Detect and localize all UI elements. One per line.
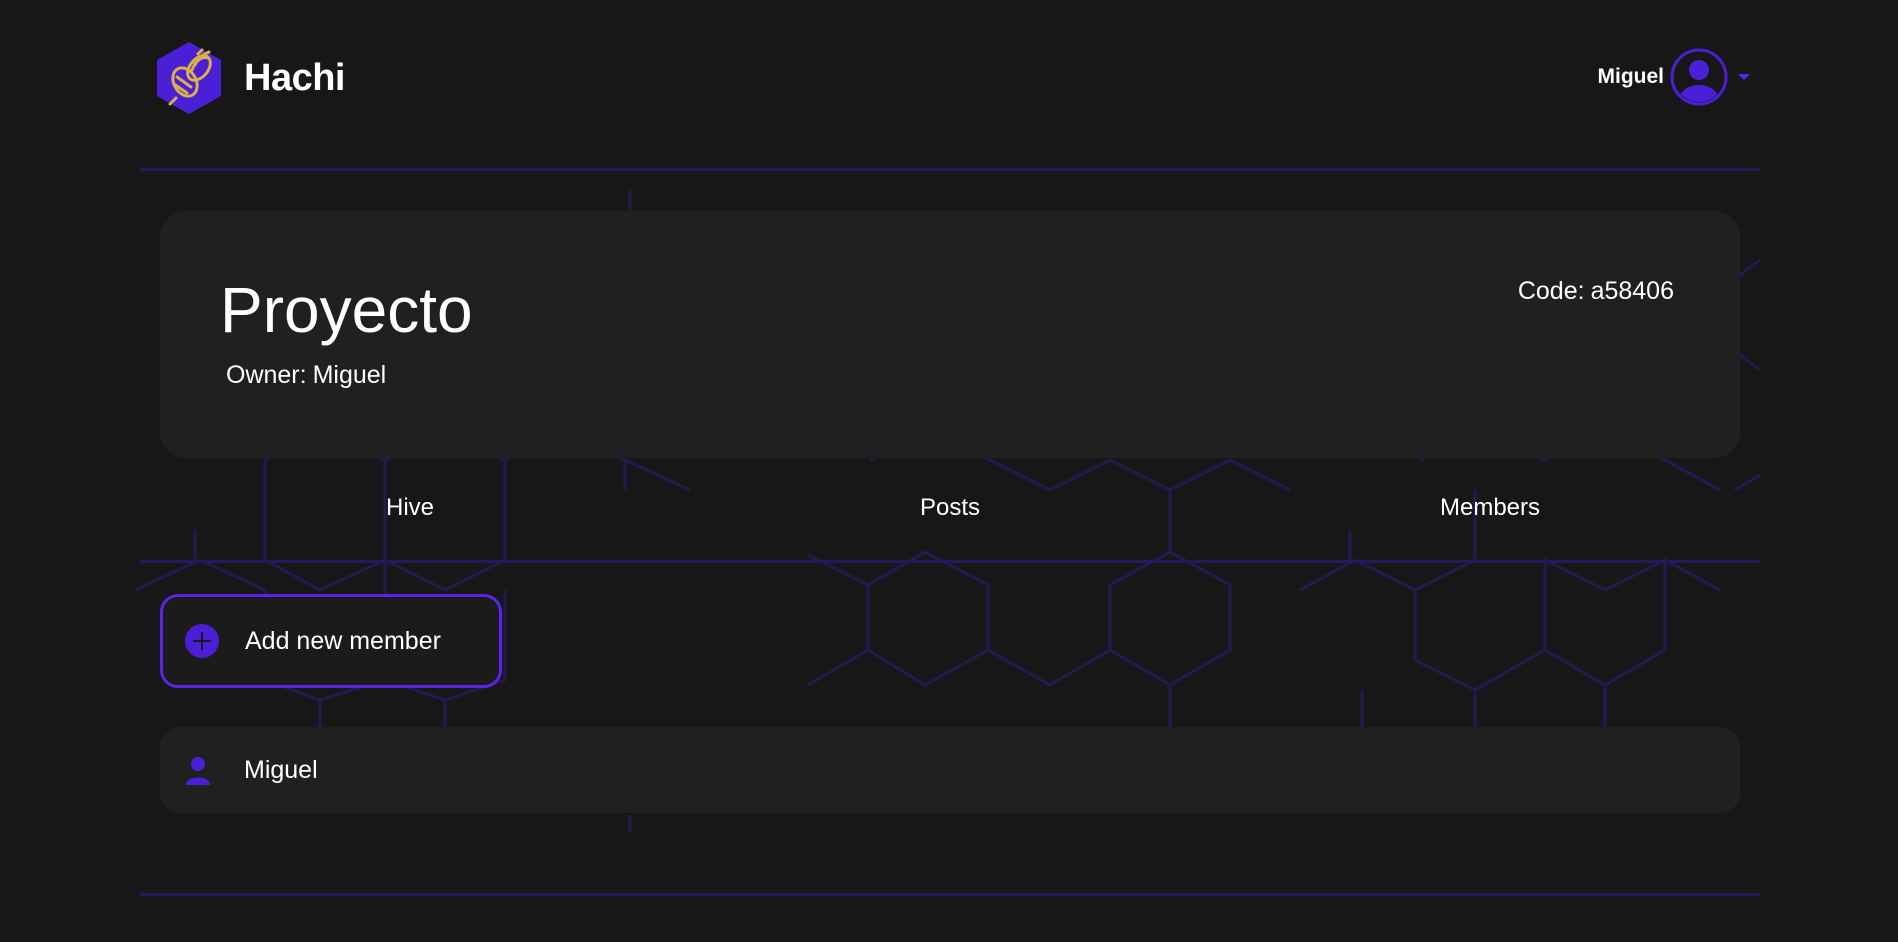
owner-name: Miguel — [312, 361, 387, 389]
brand-name: Hachi — [244, 56, 345, 99]
owner-label: Owner: — [226, 361, 307, 389]
code-label: Code: — [1517, 277, 1585, 305]
top-header: Hachi Miguel — [140, 0, 1760, 171]
project-tabs: Hive Posts Members — [140, 472, 1760, 563]
user-avatar-icon — [1670, 48, 1728, 106]
tab-members[interactable]: Members — [1220, 494, 1760, 522]
project-code: Code: a58406 — [1518, 277, 1674, 306]
chevron-down-icon — [1738, 74, 1750, 80]
page-container: Hachi Miguel Proyecto Owner: Miguel Code:… — [140, 0, 1760, 942]
tab-hive[interactable]: Hive — [140, 494, 680, 522]
project-owner: Owner: Miguel — [226, 361, 386, 390]
project-title: Proyecto — [220, 274, 473, 346]
bee-logo-icon — [157, 42, 221, 114]
code-value: a58406 — [1590, 277, 1674, 305]
project-info-card: Proyecto Owner: Miguel Code: a58406 — [160, 211, 1740, 458]
member-list-item[interactable]: Miguel — [160, 727, 1740, 813]
footer-divider — [140, 893, 1760, 896]
add-member-label: Add new member — [245, 626, 441, 655]
plus-circle-icon — [185, 624, 219, 658]
tab-posts[interactable]: Posts — [680, 494, 1220, 522]
brand-link[interactable]: Hachi — [154, 40, 345, 116]
add-member-button[interactable]: Add new member — [160, 594, 502, 688]
user-menu[interactable]: Miguel — [1597, 48, 1750, 106]
member-name: Miguel — [244, 755, 318, 784]
person-icon — [186, 757, 210, 785]
user-name: Miguel — [1597, 65, 1665, 88]
